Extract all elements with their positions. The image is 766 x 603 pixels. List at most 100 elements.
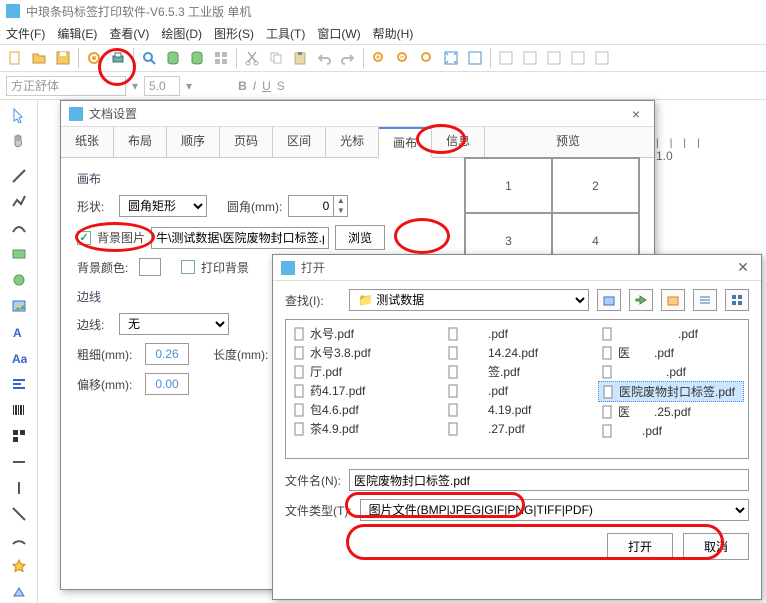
text-icon[interactable]: A [6,321,32,343]
pointer-icon[interactable] [6,104,32,126]
undo-icon[interactable] [313,47,335,69]
file-item[interactable]: 水号.pdf [290,324,436,343]
close-icon[interactable]: ✕ [733,258,753,278]
tab-paper[interactable]: 纸张 [61,127,114,157]
image-icon[interactable] [6,295,32,317]
zoom-icon[interactable] [138,47,160,69]
menu-draw[interactable]: 绘图(D) [161,25,202,42]
menu-shape[interactable]: 图形(S) [214,25,254,42]
copy-icon[interactable] [265,47,287,69]
paste-icon[interactable] [289,47,311,69]
file-item[interactable]: 医 .25.pdf [598,402,744,421]
detail-icon[interactable] [725,289,749,311]
star-icon[interactable] [6,555,32,577]
tab-info[interactable]: 信息 [432,127,485,157]
menu-file[interactable]: 文件(F) [6,25,45,42]
file-item[interactable]: .pdf [598,421,744,440]
border-select[interactable]: 无 [119,313,229,335]
rect-icon[interactable] [6,243,32,265]
barcode-icon[interactable] [6,399,32,421]
vline-icon[interactable] [6,477,32,499]
gear-icon[interactable] [83,47,105,69]
file-item[interactable]: 4.19.pdf [444,400,590,419]
zoomin-icon[interactable] [368,47,390,69]
diag-icon[interactable] [6,503,32,525]
align5-icon[interactable] [591,47,613,69]
browse-button[interactable]: 浏览 [335,225,385,250]
close-icon[interactable]: × [626,104,646,124]
offset-input[interactable] [145,373,189,395]
menu-tool[interactable]: 工具(T) [266,25,305,42]
up-icon[interactable] [629,289,653,311]
file-list[interactable]: 水号.pdf水号3.8.pdf厅.pdf药4.17.pdf包4.6.pdf茶4.… [285,319,749,459]
filetype-select[interactable]: 图片文件(BMP|JPEG|GIF|PNG|TIFF|PDF) [360,499,749,521]
cut-icon[interactable] [241,47,263,69]
richtext-icon[interactable]: Aa [6,347,32,369]
bgcolor-box[interactable] [139,258,161,276]
line-icon[interactable] [6,165,32,187]
redo-icon[interactable] [337,47,359,69]
line2-icon[interactable] [6,451,32,473]
zoom100-icon[interactable] [416,47,438,69]
qr-icon[interactable] [6,425,32,447]
file-item[interactable]: 药4.17.pdf [290,381,436,400]
grid-icon[interactable] [210,47,232,69]
print-icon[interactable] [107,47,129,69]
hand-icon[interactable] [6,130,32,152]
tab-range[interactable]: 区间 [273,127,326,157]
bgimg-checkbox[interactable]: ✓ [77,231,91,245]
printbg-checkbox[interactable] [181,260,195,274]
dialog-title-bar[interactable]: 文档设置 × [61,101,654,127]
align4-icon[interactable] [567,47,589,69]
file-item[interactable]: 医院废物封口标签.pdf [598,381,744,402]
file-item[interactable]: 14.24.pdf [444,343,590,362]
align3-icon[interactable] [543,47,565,69]
file-item[interactable]: 茶4.9.pdf [290,419,436,438]
open-icon[interactable] [28,47,50,69]
circle-icon[interactable] [6,269,32,291]
lookin-select[interactable]: 📁 测试数据 [349,289,589,311]
file-item[interactable]: .pdf [598,324,744,343]
font-name-input[interactable] [6,76,126,96]
file-item[interactable]: 签.pdf [444,362,590,381]
shape-select[interactable]: 圆角矩形 [119,195,207,217]
db-icon[interactable] [162,47,184,69]
save-icon[interactable] [52,47,74,69]
thick-input[interactable] [145,343,189,365]
menu-window[interactable]: 窗口(W) [317,25,360,42]
tab-canvas[interactable]: 画布 [379,127,432,158]
newfolder-icon[interactable] [661,289,685,311]
menu-view[interactable]: 查看(V) [109,25,149,42]
tab-layout[interactable]: 布局 [114,127,167,157]
font-size-input[interactable] [144,76,180,96]
filename-input[interactable] [349,469,749,491]
dialog-title-bar[interactable]: 打开 ✕ [273,255,761,281]
align-left-icon[interactable] [6,373,32,395]
file-item[interactable]: 厅.pdf [290,362,436,381]
db2-icon[interactable] [186,47,208,69]
file-item[interactable]: .pdf [444,381,590,400]
file-item[interactable]: 水号3.8.pdf [290,343,436,362]
polyline-icon[interactable] [6,191,32,213]
fit-icon[interactable] [440,47,462,69]
round-spinner[interactable]: ▲▼ [288,195,348,217]
new-icon[interactable] [4,47,26,69]
back-icon[interactable] [597,289,621,311]
tab-cursor[interactable]: 光标 [326,127,379,157]
menu-help[interactable]: 帮助(H) [373,25,414,42]
arc-icon[interactable] [6,529,32,551]
tab-order[interactable]: 顺序 [167,127,220,157]
file-item[interactable]: 包4.6.pdf [290,400,436,419]
cancel-button[interactable]: 取消 [683,533,749,560]
align1-icon[interactable] [495,47,517,69]
file-item[interactable]: .27.pdf [444,419,590,438]
file-item[interactable]: .pdf [444,324,590,343]
file-item[interactable]: 医 .pdf [598,343,744,362]
curve-icon[interactable] [6,217,32,239]
align2-icon[interactable] [519,47,541,69]
tab-page[interactable]: 页码 [220,127,273,157]
list-icon[interactable] [693,289,717,311]
shape-icon[interactable] [6,581,32,603]
zoomout-icon[interactable] [392,47,414,69]
file-item[interactable]: .pdf [598,362,744,381]
